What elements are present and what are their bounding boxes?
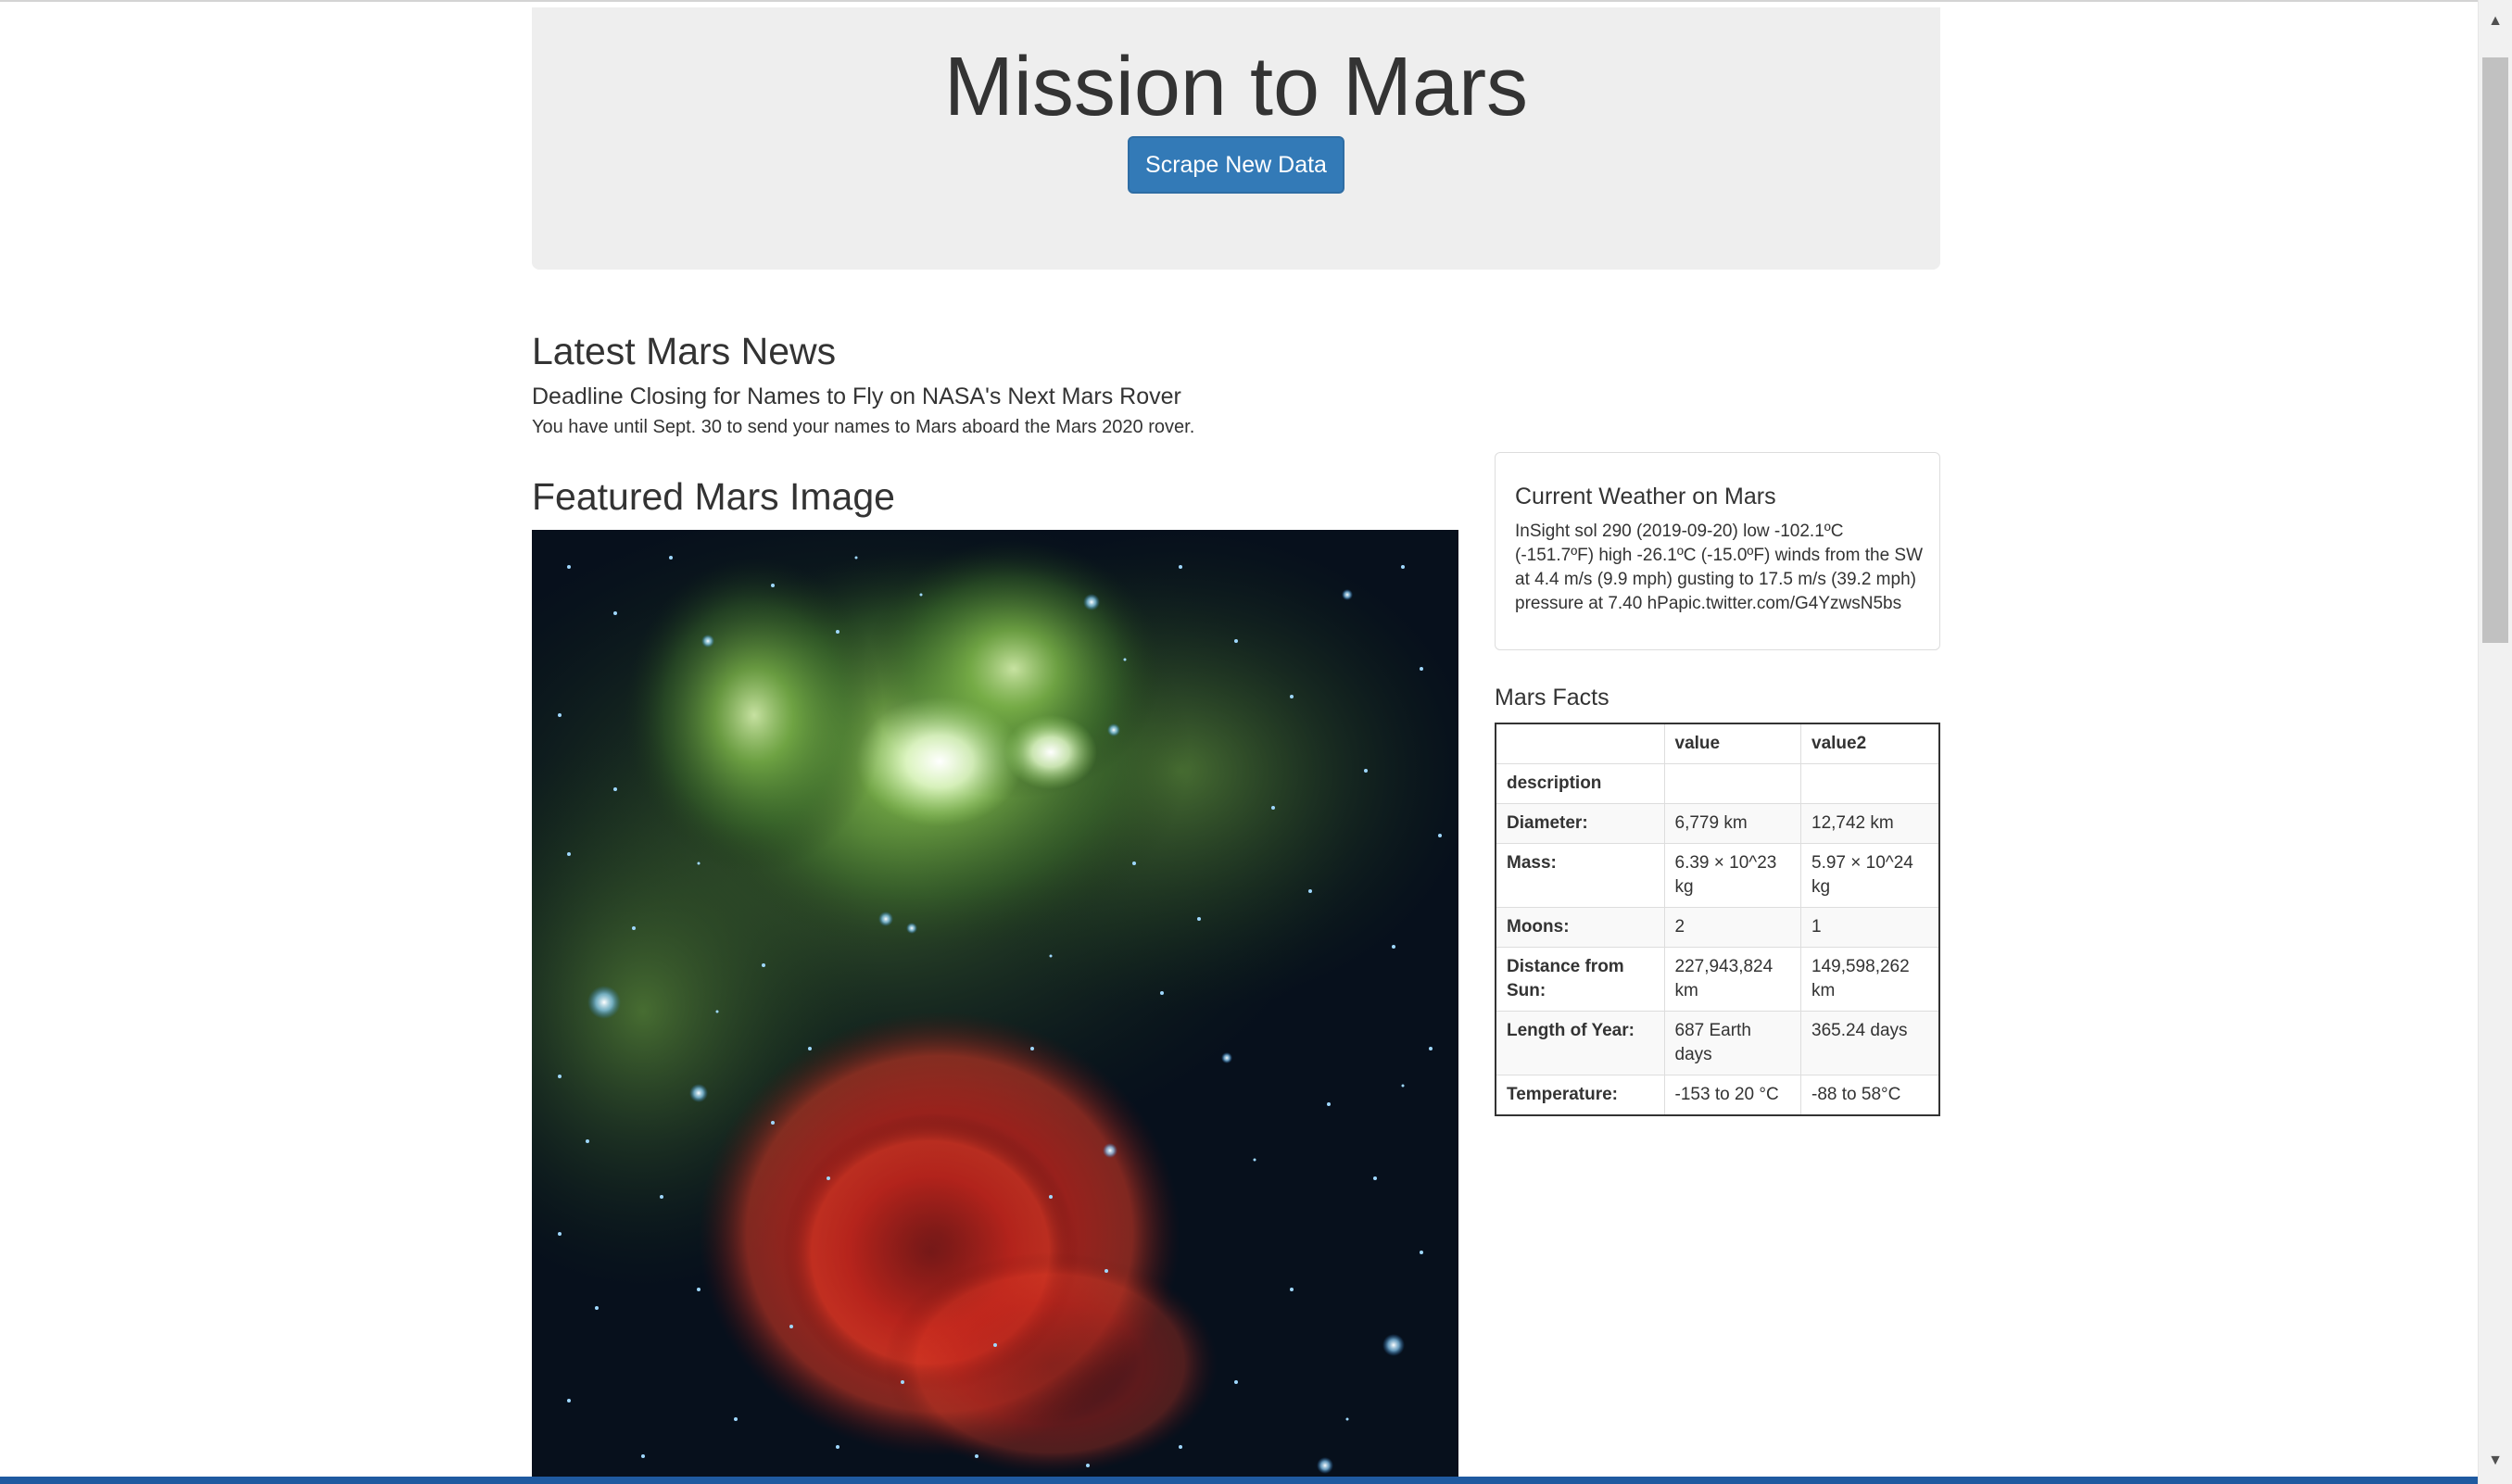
scroll-up-arrow-icon[interactable]: ▲ xyxy=(2479,6,2512,37)
mars-facts-table: value value2 description Diameter: 6,779… xyxy=(1495,723,1940,1116)
news-section-title: Latest Mars News xyxy=(532,330,837,372)
table-row: Temperature: -153 to 20 °C -88 to 58°C xyxy=(1495,1075,1940,1116)
news-headline: Deadline Closing for Names to Fly on NAS… xyxy=(532,384,1181,409)
table-header-cell: value xyxy=(1663,723,1802,764)
table-header-cell xyxy=(1663,763,1802,804)
table-header-cell: value2 xyxy=(1800,723,1940,764)
jumbotron-header: Mission to Mars Scrape New Data xyxy=(532,7,1940,270)
news-teaser: You have until Sept. 30 to send your nam… xyxy=(532,417,1195,437)
table-row-label: Mass: xyxy=(1495,843,1665,908)
table-header-cell xyxy=(1495,723,1665,764)
table-header-cell xyxy=(1800,763,1940,804)
table-row: Mass: 6.39 × 10^23 kg 5.97 × 10^24 kg xyxy=(1495,843,1940,908)
browser-viewport: Mission to Mars Scrape New Data Latest M… xyxy=(0,0,2478,1478)
table-cell: 2 xyxy=(1663,907,1802,948)
table-cell: 227,943,824 km xyxy=(1663,947,1802,1012)
weather-text: InSight sol 290 (2019-09-20) low -102.1º… xyxy=(1515,522,1924,613)
nebula-image-art xyxy=(532,530,1458,1478)
table-header-row: value value2 xyxy=(1495,723,1940,764)
weather-title: Current Weather on Mars xyxy=(1515,484,1776,509)
table-row: Moons: 2 1 xyxy=(1495,907,1940,948)
featured-image-title: Featured Mars Image xyxy=(532,475,895,518)
vertical-scrollbar[interactable]: ▲ ▼ xyxy=(2478,0,2512,1484)
table-cell: 6.39 × 10^23 kg xyxy=(1663,843,1802,908)
scroll-down-arrow-icon[interactable]: ▼ xyxy=(2479,1445,2512,1477)
page-title: Mission to Mars xyxy=(943,41,1529,133)
table-cell: 6,779 km xyxy=(1663,803,1802,844)
table-cell: 12,742 km xyxy=(1800,803,1940,844)
table-cell: 5.97 × 10^24 kg xyxy=(1800,843,1940,908)
scrape-new-data-button[interactable]: Scrape New Data xyxy=(1128,136,1344,194)
table-row-label: Moons: xyxy=(1495,907,1665,948)
table-cell: 687 Earth days xyxy=(1663,1011,1802,1075)
table-row-label: Temperature: xyxy=(1495,1075,1665,1116)
scroll-thumb[interactable] xyxy=(2482,57,2508,643)
table-row: Length of Year: 687 Earth days 365.24 da… xyxy=(1495,1011,1940,1075)
table-row-label: Distance from Sun: xyxy=(1495,947,1665,1012)
table-row: Diameter: 6,779 km 12,742 km xyxy=(1495,803,1940,844)
table-cell: 365.24 days xyxy=(1800,1011,1940,1075)
table-index-label: description xyxy=(1495,763,1665,804)
featured-mars-image xyxy=(532,530,1458,1478)
table-index-row: description xyxy=(1495,763,1940,804)
table-cell: 1 xyxy=(1800,907,1940,948)
weather-panel: Current Weather on Mars InSight sol 290 … xyxy=(1495,452,1940,650)
table-cell: -153 to 20 °C xyxy=(1663,1075,1802,1116)
table-cell: -88 to 58°C xyxy=(1800,1075,1940,1116)
table-row-label: Diameter: xyxy=(1495,803,1665,844)
table-row-label: Length of Year: xyxy=(1495,1011,1665,1075)
mars-facts-title: Mars Facts xyxy=(1495,685,1609,711)
table-row: Distance from Sun: 227,943,824 km 149,59… xyxy=(1495,947,1940,1012)
table-cell: 149,598,262 km xyxy=(1800,947,1940,1012)
taskbar-edge xyxy=(0,1477,2478,1484)
